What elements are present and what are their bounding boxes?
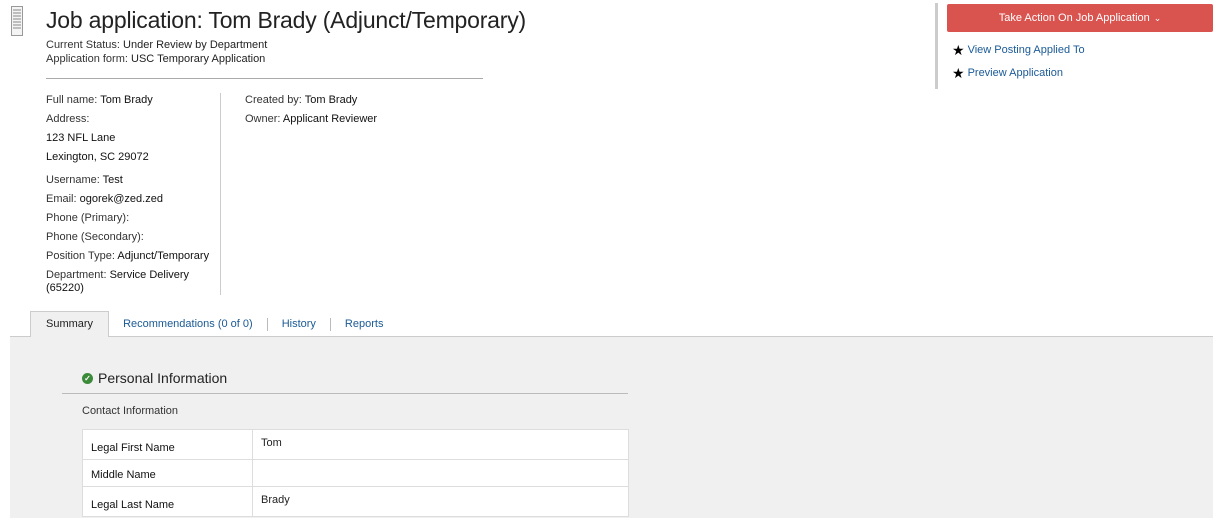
full-name-value: Tom Brady [100,94,153,106]
field-label: Legal Last Name [82,486,253,517]
tab-bar: Summary Recommendations (0 of 0) History… [30,311,397,337]
personal-information-heading: ✓ Personal Information [82,370,227,386]
email-value: ogorek@zed.zed [79,193,163,205]
tab-summary[interactable]: Summary [30,311,110,337]
application-form-label: Application form: [46,53,128,65]
email-label: Email: [46,193,77,205]
department-label: Department: [46,269,107,281]
page-title: Job application: Tom Brady (Adjunct/Temp… [46,7,526,33]
position-type-row: Position Type: Adjunct/Temporary [46,250,220,263]
view-posting-label: View Posting Applied To [967,44,1085,56]
take-action-label: Take Action On Job Application [998,12,1150,24]
email-row: Email: ogorek@zed.zed [46,193,220,206]
username-label: Username: [46,174,100,186]
username-row: Username: Test [46,174,220,187]
table-row: Middle Name [82,459,629,487]
field-label: Legal First Name [82,429,253,460]
table-row: Legal First Name Tom [82,429,629,460]
field-value [252,459,629,487]
star-icon: ★ [952,42,965,58]
created-by-row: Created by: Tom Brady [245,94,377,107]
section-divider [62,393,628,394]
owner-label: Owner: [245,113,281,125]
position-type-label: Position Type: [46,250,115,262]
owner-value: Applicant Reviewer [282,113,378,125]
field-label: Middle Name [82,459,253,487]
full-name-row: Full name: Tom Brady [46,94,220,107]
check-circle-icon: ✓ [82,372,93,384]
field-value: Brady [252,486,629,517]
ownership-details: Created by: Tom Brady Owner: Applicant R… [245,94,377,132]
full-name-label: Full name: [46,94,98,106]
star-icon: ★ [952,65,965,81]
contact-information-subheading: Contact Information [82,405,178,417]
section-title: Personal Information [98,370,228,386]
current-status-label: Current Status: [46,39,120,51]
current-status: Current Status: Under Review by Departme… [46,39,267,51]
table-row: Legal Last Name Brady [82,486,629,517]
chevron-down-icon: ⌄ [1153,12,1162,23]
preview-application-label: Preview Application [967,67,1063,79]
current-status-value: Under Review by Department [123,39,268,51]
application-form-value: USC Temporary Application [131,53,266,65]
title-divider [46,78,483,79]
field-value: Tom [252,429,629,460]
username-value: Test [102,174,123,186]
actions-divider [935,3,938,89]
view-posting-link[interactable]: ★ View Posting Applied To [952,43,1085,57]
address-line-2: Lexington, SC 29072 [46,151,149,163]
created-by-label: Created by: [245,94,302,106]
application-form: Application form: USC Temporary Applicat… [46,53,265,65]
phone-primary-label: Phone (Primary): [46,212,130,224]
address-label: Address: [46,113,90,125]
department-row: Department: Service Delivery (65220) [46,269,220,295]
phone-secondary-label: Phone (Secondary): [46,231,144,243]
owner-row: Owner: Applicant Reviewer [245,113,377,126]
preview-application-link[interactable]: ★ Preview Application [952,66,1063,80]
document-icon [11,6,23,36]
column-divider [220,93,221,295]
address-line-1: 123 NFL Lane [46,132,116,144]
contact-info-table: Legal First Name Tom Middle Name Legal L… [82,429,629,517]
tab-reports[interactable]: Reports [331,312,398,337]
tab-history[interactable]: History [268,312,330,337]
position-type-value: Adjunct/Temporary [117,250,210,262]
applicant-details: Full name: Tom Brady Address: 123 NFL La… [46,94,220,301]
take-action-button[interactable]: Take Action On Job Application ⌄ [947,4,1213,32]
created-by-value: Tom Brady [304,94,358,106]
tab-recommendations[interactable]: Recommendations (0 of 0) [109,312,267,337]
